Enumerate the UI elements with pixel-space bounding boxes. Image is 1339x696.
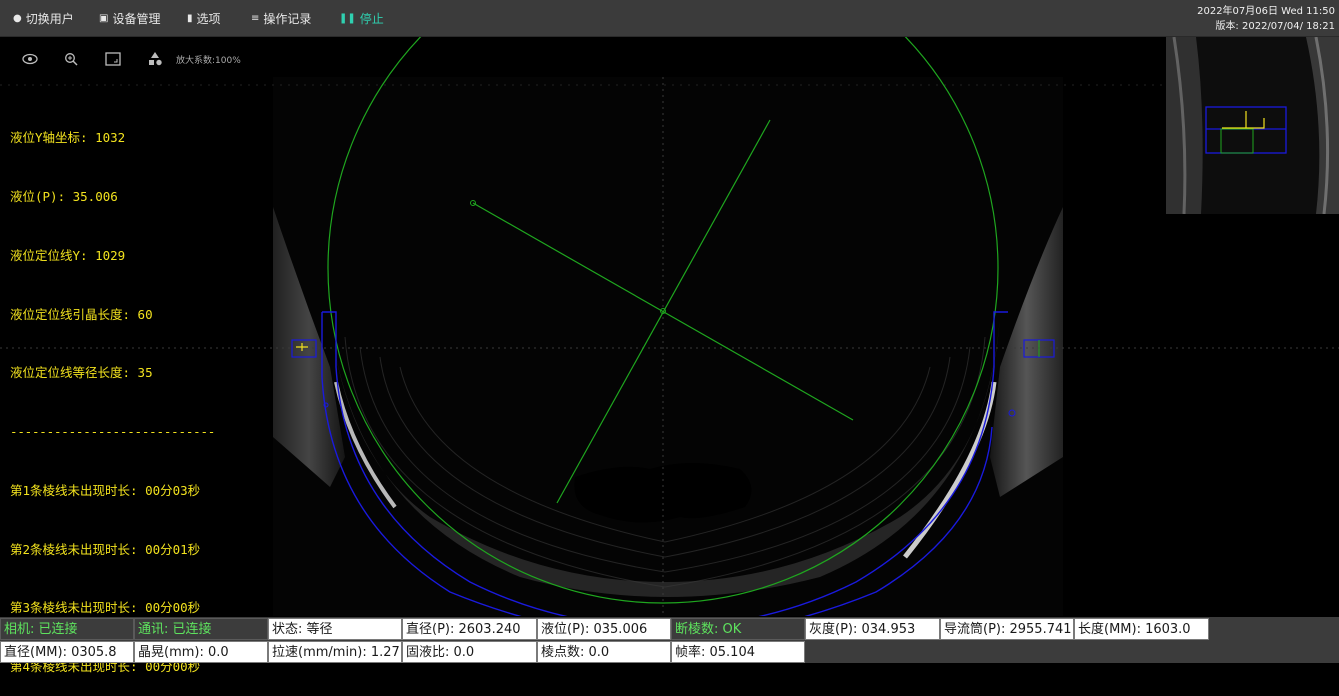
info-line: 液位定位线引晶长度: 60 xyxy=(10,306,153,322)
device-management-menu[interactable]: ▣ 设备管理 xyxy=(99,0,160,36)
view-toolbar: 放大系数:100% xyxy=(0,38,260,80)
stop-button[interactable]: ❚❚ 停止 xyxy=(339,0,384,36)
status-broken-ridge: 断棱数: OK xyxy=(671,618,805,640)
thumbnail-preview[interactable] xyxy=(1166,37,1339,214)
device-management-label: 设备管理 xyxy=(112,11,161,26)
info-line: 液位定位线Y: 1029 xyxy=(10,247,126,263)
status-communication: 通讯: 已连接 xyxy=(134,618,268,640)
status-frame-rate: 帧率: 05.104 xyxy=(671,641,805,663)
info-line: 第3条棱线未出现时长: 00分00秒 xyxy=(10,600,201,616)
clock-panel: 2022年07月06日 Wed 11:50 版本: 2022/07/04/ 18… xyxy=(1197,4,1335,34)
thumbnail-image xyxy=(1166,37,1339,214)
status-diameter-mm: 直径(MM): 0305.8 xyxy=(0,641,134,663)
status-camera: 相机: 已连接 xyxy=(0,618,134,640)
status-ridge-points: 棱点数: 0.0 xyxy=(537,641,671,663)
switch-user-menu[interactable]: ● 切换用户 xyxy=(13,0,74,36)
version-text: 版本: 2022/07/04/ 18:21 xyxy=(1215,21,1335,32)
options-label: 选项 xyxy=(196,11,221,26)
switch-user-label: 切换用户 xyxy=(25,11,74,26)
status-solid-liquid-ratio: 固液比: 0.0 xyxy=(402,641,537,663)
fit-icon[interactable] xyxy=(102,48,124,70)
info-line: 液位Y轴坐标: 1032 xyxy=(10,130,126,146)
info-line: 第2条棱线未出现时长: 00分01秒 xyxy=(10,541,201,557)
status-state: 状态: 等径 xyxy=(268,618,402,640)
status-gray-px: 灰度(P): 034.953 xyxy=(805,618,940,640)
zoom-icon[interactable] xyxy=(60,48,82,70)
options-icon: ▮ xyxy=(187,12,193,24)
info-line: 液位定位线等径长度: 35 xyxy=(10,365,153,381)
options-menu[interactable]: ▮ 选项 xyxy=(187,0,221,36)
image-background xyxy=(273,77,1063,616)
info-line: 液位(P): 35.006 xyxy=(10,188,118,204)
user-icon: ● xyxy=(13,12,22,24)
status-pull-speed: 拉速(mm/min): 1.27 xyxy=(268,641,402,663)
operation-log-menu[interactable]: ≡ 操作记录 xyxy=(251,0,311,36)
status-diameter-px: 直径(P): 2603.240 xyxy=(402,618,537,640)
stop-label: 停止 xyxy=(359,11,384,26)
status-crystal-sway: 晶晃(mm): 0.0 xyxy=(134,641,268,663)
device-icon: ▣ xyxy=(99,12,109,24)
top-menu-bar: ● 切换用户 ▣ 设备管理 ▮ 选项 ≡ 操作记录 ❚❚ 停止 2022年07月… xyxy=(0,0,1339,37)
eye-icon[interactable] xyxy=(19,48,41,70)
info-line: 第1条棱线未出现时长: 00分03秒 xyxy=(10,482,201,498)
operation-log-label: 操作记录 xyxy=(263,11,312,26)
shapes-icon[interactable] xyxy=(144,48,166,70)
status-bar: 相机: 已连接 通讯: 已连接 状态: 等径 直径(P): 2603.240 液… xyxy=(0,617,1339,663)
info-separator: ---------------------------- xyxy=(10,424,216,440)
status-level-px: 液位(P): 035.006 xyxy=(537,618,671,640)
datetime-text: 2022年07月06日 Wed 11:50 xyxy=(1197,6,1335,17)
status-guide-tube-px: 导流筒(P): 2955.741 xyxy=(940,618,1074,640)
overlay-info-panel: 液位Y轴坐标: 1032 液位(P): 35.006 液位定位线Y: 1029 … xyxy=(10,89,215,696)
pause-icon: ❚❚ xyxy=(339,12,356,24)
list-icon: ≡ xyxy=(251,12,260,24)
zoom-factor-label: 放大系数:100% xyxy=(176,56,241,66)
status-length-mm: 长度(MM): 1603.0 xyxy=(1074,618,1209,640)
